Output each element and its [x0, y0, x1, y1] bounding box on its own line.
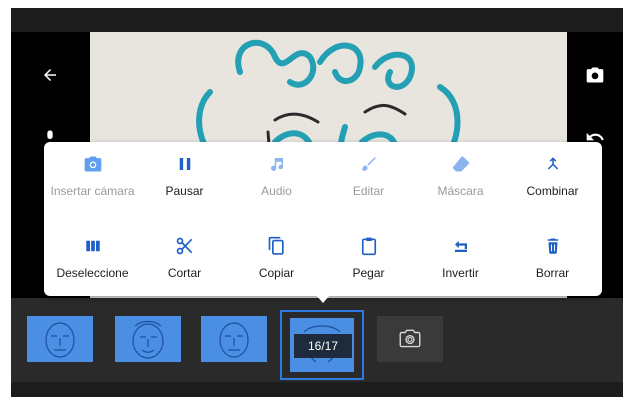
- add-frame-button[interactable]: [377, 316, 443, 362]
- menu-label: Editar: [352, 184, 385, 198]
- menu-insert-camera[interactable]: Insertar cámara: [46, 142, 139, 202]
- pause-icon: [173, 152, 197, 176]
- reverse-icon: [449, 234, 473, 258]
- merge-icon: [541, 152, 565, 176]
- brush-icon: [357, 152, 381, 176]
- menu-deselect[interactable]: Deseleccione: [46, 224, 139, 284]
- arrow-left-icon: [44, 69, 56, 81]
- deselect-icon: [81, 234, 105, 258]
- menu-label: Cortar: [167, 266, 202, 280]
- frame-timeline[interactable]: 16/17: [11, 298, 623, 382]
- music-note-icon: [265, 152, 289, 176]
- frame-thumbnail[interactable]: [201, 316, 267, 362]
- menu-label: Borrar: [535, 266, 570, 280]
- take-photo-button[interactable]: [582, 62, 608, 88]
- menu-label: Combinar: [526, 184, 579, 198]
- clipboard-icon: [357, 234, 381, 258]
- frame-thumbnail[interactable]: [115, 316, 181, 362]
- copy-icon: [265, 234, 289, 258]
- menu-label: Máscara: [437, 184, 484, 198]
- trash-icon: [541, 234, 565, 258]
- menu-combine[interactable]: Combinar: [506, 142, 599, 202]
- menu-label: Pausar: [165, 184, 204, 198]
- menu-label: Deseleccione: [56, 266, 129, 280]
- status-bar: [11, 8, 623, 32]
- selected-frame-thumbnail[interactable]: 16/17: [280, 310, 364, 380]
- menu-delete[interactable]: Borrar: [506, 224, 599, 284]
- menu-label: Copiar: [258, 266, 295, 280]
- menu-mask[interactable]: Máscara: [414, 142, 507, 202]
- camera-icon: [399, 329, 421, 348]
- menu-label: Audio: [261, 184, 292, 198]
- scissors-icon: [173, 234, 197, 258]
- back-button[interactable]: [37, 62, 63, 88]
- menu-copy[interactable]: Copiar: [230, 224, 323, 284]
- camera-icon: [81, 152, 105, 176]
- navigation-bar: [11, 382, 623, 397]
- menu-audio[interactable]: Audio: [230, 142, 323, 202]
- menu-paste[interactable]: Pegar: [322, 224, 415, 284]
- menu-cut[interactable]: Cortar: [138, 224, 231, 284]
- menu-reverse[interactable]: Invertir: [414, 224, 507, 284]
- menu-label: Invertir: [442, 266, 479, 280]
- eraser-icon: [449, 152, 473, 176]
- camera-icon: [586, 67, 604, 83]
- menu-pointer: [316, 295, 330, 303]
- frame-thumbnail[interactable]: [27, 316, 93, 362]
- menu-label: Insertar cámara: [50, 184, 135, 198]
- frame-actions-menu: Insertar cámara Pausar Audio Editar Másc…: [44, 142, 602, 296]
- frame-counter-badge: 16/17: [294, 334, 352, 358]
- menu-edit[interactable]: Editar: [322, 142, 415, 202]
- menu-pause[interactable]: Pausar: [138, 142, 231, 202]
- menu-label: Pegar: [352, 266, 385, 280]
